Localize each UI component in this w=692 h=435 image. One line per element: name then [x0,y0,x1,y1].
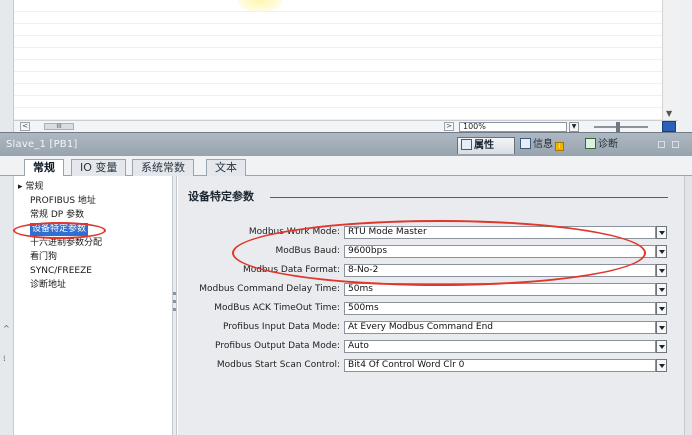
splitter-grip-icon [173,292,176,295]
info-badge-icon: i [555,142,564,151]
dropdown-arrow-icon[interactable] [656,245,667,258]
inspector-subtabs: 常规 IO 变量 系统常数 文本 [0,156,692,177]
dropdown-arrow-icon[interactable] [656,264,667,277]
horizontal-scrollbar[interactable]: < III > 100% ▼ [14,120,678,132]
section-title: 设备特定参数 [188,190,254,203]
canvas-left-toolbar [0,0,14,132]
param-select-command-delay[interactable]: 50ms [344,283,656,296]
tab-diagnostics[interactable]: 诊断 [582,137,622,154]
tree-item-general-dp-params[interactable]: 常规 DP 参数 [30,209,84,222]
zoom-dropdown-icon[interactable]: ▼ [569,122,579,132]
tree-item-general[interactable]: ▸ 常规 [18,181,43,194]
expand-arrow-icon[interactable]: ^ [3,324,10,333]
splitter-grip-icon [173,300,176,303]
param-select-data-format[interactable]: 8-No-2 [344,264,656,277]
dropdown-arrow-icon[interactable] [656,359,667,372]
vertical-scrollbar[interactable]: ▼ [662,0,678,120]
dropdown-arrow-icon[interactable] [656,302,667,315]
scroll-thumb-grip: III [56,123,62,130]
scroll-right-button[interactable]: > [444,122,454,131]
tree-item-profibus-address[interactable]: PROFIBUS 地址 [30,195,96,208]
collapse-icon[interactable] [672,141,679,148]
param-select-ack-timeout[interactable]: 500ms [344,302,656,315]
tab-info[interactable]: 信息 i [517,137,568,154]
param-label-start-scan-control: Modbus Start Scan Control: [216,360,340,370]
scroll-thumb[interactable]: III [44,123,74,130]
subtab-io-tags[interactable]: IO 变量 [71,159,127,176]
param-select-start-scan-control[interactable]: Bit4 Of Control Word Clr 0 [344,359,656,372]
panel-right-edge [684,176,692,435]
param-label-command-delay: Modbus Command Delay Time: [199,284,340,294]
tab-properties[interactable]: 属性 [457,137,515,154]
inspector-window: Slave_1 [PB1] 属性 信息 i 诊断 常规 IO 变量 系统常数 文本… [0,132,692,435]
dropdown-arrow-icon[interactable] [656,340,667,353]
inspector-header: Slave_1 [PB1] 属性 信息 i 诊断 [0,132,692,156]
restore-icon[interactable] [658,141,665,148]
tree-item-diagnostic-address[interactable]: 诊断地址 [30,279,66,292]
tab-properties-label: 属性 [474,140,494,151]
properties-icon [461,139,472,150]
param-label-output-data-mode: Profibus Output Data Mode: [215,341,340,351]
parameter-tree: ▸ 常规 PROFIBUS 地址 常规 DP 参数 设备特定参数 十六进制参数分… [14,176,172,435]
param-select-baud[interactable]: 9600bps [344,245,656,258]
tree-item-sync-freeze[interactable]: SYNC/FREEZE [30,265,92,278]
dropdown-arrow-icon[interactable] [656,226,667,239]
scroll-left-button[interactable]: < [20,122,30,131]
zoom-slider[interactable] [594,126,648,128]
inspector-left-strip: ^ ⁞ [0,176,14,435]
param-label-ack-timeout: ModBus ACK TimeOut Time: [214,303,340,313]
subtab-texts[interactable]: 文本 [206,159,246,176]
param-label-baud: ModBus Baud: [275,246,340,256]
zoom-input[interactable]: 100% [459,122,567,132]
tree-annotation-circle [13,222,106,239]
info-icon [520,138,531,149]
tree-item-hex-param-assignment[interactable]: 十六进制参数分配 [30,237,102,250]
editor-canvas-area: ▼ [0,0,692,132]
grip-icon: ⁞ [3,354,6,363]
dropdown-arrow-icon[interactable] [656,283,667,296]
section-divider [270,197,668,198]
tree-item-label: 常规 [25,182,44,192]
tab-info-label: 信息 [533,139,553,150]
zoom-slider-knob[interactable] [616,122,620,132]
param-select-output-data-mode[interactable]: Auto [344,340,656,353]
device-params-panel: 设备特定参数 Modbus Work Mode: RTU Mode Master… [178,176,692,435]
diagnostics-icon [585,138,596,149]
scroll-down-icon[interactable]: ▼ [666,109,672,118]
param-select-input-data-mode[interactable]: At Every Modbus Command End [344,321,656,334]
network-canvas[interactable] [14,0,662,120]
subtab-general[interactable]: 常规 [24,159,64,177]
panel-splitter[interactable] [172,176,177,435]
fit-view-icon[interactable] [662,121,676,132]
param-label-work-mode: Modbus Work Mode: [248,227,340,237]
dropdown-arrow-icon[interactable] [656,321,667,334]
splitter-grip-icon [173,308,176,311]
tab-diagnostics-label: 诊断 [598,139,618,150]
subtab-system-constants[interactable]: 系统常数 [132,159,194,176]
param-label-data-format: Modbus Data Format: [242,265,340,275]
canvas-right-edge [678,0,692,132]
param-select-work-mode[interactable]: RTU Mode Master [344,226,656,239]
param-label-input-data-mode: Profibus Input Data Mode: [223,322,340,332]
tree-item-watchdog[interactable]: 看门狗 [30,251,57,264]
inspector-title: Slave_1 [PB1] [6,139,78,150]
